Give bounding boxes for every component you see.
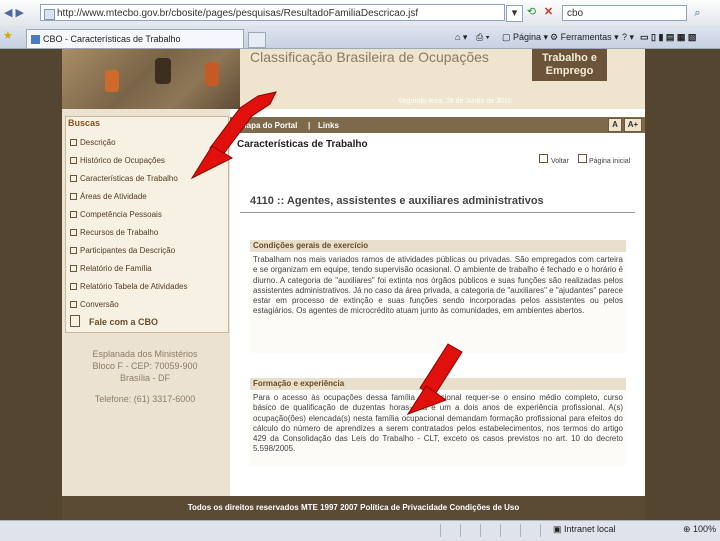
sidebar-item-label: Relatório Tabela de Atividades [80,282,188,291]
section-body: Para o acesso às ocupações dessa família… [250,392,626,466]
tools-menu[interactable]: ⚙ Ferramentas ▾ [550,32,619,43]
tools-menu-label: Ferramentas [560,32,612,42]
page-menu-label: Página [513,32,542,42]
sidebar-item-label: Conversão [80,300,119,309]
bullet-icon [70,247,77,255]
sidebar-item-relatorio-familia[interactable]: Relatório de Família [70,264,152,273]
sidebar-item-areas[interactable]: Áreas de Atividade [70,192,147,201]
sidebar-item-recursos[interactable]: Recursos de Trabalho [70,228,158,237]
current-date: Segunda-feira, 28 de Junho de 2010 [398,98,512,105]
home-command-icon[interactable]: ⌂ ▾ [455,32,467,43]
status-cell [440,524,449,537]
bullet-icon [70,265,77,273]
back-link[interactable]: Voltar [551,158,569,165]
bullet-icon [70,229,77,237]
search-value: cbo [567,8,584,19]
status-cell [480,524,489,537]
occupation-title: 4110 :: Agentes, assistentes e auxiliare… [250,195,544,207]
sidebar-item-label: Competência Pessoais [80,210,162,219]
photo-worker [205,62,219,86]
section-title: Condições gerais de exercício [250,240,626,252]
tab-favicon [31,35,40,44]
back-forward-icon[interactable]: ◀ ▶ [4,6,24,19]
section-title: Formação e experiência [250,378,626,390]
sidebar-item-descricao[interactable]: Descrição [70,138,116,147]
contact-link[interactable]: Fale com a CBO [89,317,158,327]
address-toolbar: ◀ ▶ http://www.mtecbo.gov.br/cbosite/pag… [0,0,720,27]
divider [240,212,635,213]
status-cell [540,524,549,537]
sidebar-item-label: Participantes da Descrição [80,246,176,255]
bullet-icon [70,301,77,309]
page-title: Características de Trabalho [237,139,368,150]
sidebar-item-caracteristicas[interactable]: Características de Trabalho [70,174,178,183]
home-page-link[interactable]: Página inicial [589,158,630,165]
sidebar-item-competencias[interactable]: Competência Pessoais [70,210,162,219]
page-icon [44,9,55,20]
address-bar[interactable]: http://www.mtecbo.gov.br/cbosite/pages/p… [40,4,505,21]
tab-cbo[interactable]: CBO - Características de Trabalho [26,29,244,48]
menu-title: Buscas [68,118,101,128]
sidebar-item-label: Relatório de Família [80,264,152,273]
address-dropdown-icon[interactable]: ▾ [506,5,523,22]
contact-icon [70,315,80,327]
sidebar-item-relatorio-tabela[interactable]: Relatório Tabela de Atividades [70,282,187,291]
zoom-value: 100% [693,524,717,534]
search-icon[interactable]: ⌕ [690,6,705,21]
phone-line: Telefone: (61) 3317-6000 [94,394,196,404]
nav-separator: | [308,121,311,130]
zoom-control[interactable]: ⊕ 100% [683,524,716,535]
tab-bar: ★ CBO - Características de Trabalho ⌂ ▾ … [0,26,720,49]
photo-worker [105,70,119,92]
address-line: Esplanada dos Ministérios [92,349,198,359]
print-icon[interactable]: ⎙ ▾ [476,32,489,43]
zone-label: Intranet local [564,524,616,534]
favorites-icon[interactable]: ★ [3,29,13,42]
bullet-icon [70,283,77,291]
address-line: Bloco F - CEP: 70059-900 [92,361,198,371]
stop-icon[interactable]: ✕ [541,5,556,20]
tab-title: CBO - Características de Trabalho [43,34,181,44]
status-cell [520,524,529,537]
address-line: Brasília - DF [119,373,170,383]
sidebar-item-label: Recursos de Trabalho [80,228,159,237]
sidebar-item-label: Áreas de Atividade [80,192,147,201]
bullet-icon [70,211,77,219]
sidebar-item-label: Características de Trabalho [80,174,178,183]
brand-line-1: Trabalho e [541,52,598,64]
photo-worker [155,58,171,84]
back-icon [539,154,548,163]
status-cell [460,524,469,537]
refresh-icon[interactable]: ⟲ [524,5,539,20]
section-body: Trabalham nos mais variados ramos de ati… [250,254,626,353]
bullet-icon [70,193,77,201]
help-icon[interactable]: ? ▾ [622,32,634,43]
ministry-logo[interactable]: Trabalho e Emprego [532,49,607,81]
bullet-icon [70,175,77,183]
sidebar-item-historico[interactable]: Histórico de Ocupações [70,156,165,165]
font-increase-button[interactable]: A+ [624,118,642,132]
sidebar-item-conversao[interactable]: Conversão [70,300,119,309]
search-input[interactable]: cbo [562,5,687,21]
security-zone: ▣ Intranet local [553,524,616,534]
sidebar-item-participantes[interactable]: Participantes da Descrição [70,246,175,255]
portal-map-link[interactable]: Mapa do Portal [240,121,297,130]
sidebar-item-label: Histórico de Ocupações [80,156,165,165]
bullet-icon [70,157,77,165]
site-footer: Todos os direitos reservados MTE 1997 20… [62,496,645,520]
address-text: http://www.mtecbo.gov.br/cbosite/pages/p… [57,8,419,19]
page-menu[interactable]: ▢ Página ▾ [502,32,548,43]
sidebar-item-label: Descrição [80,138,116,147]
font-decrease-button[interactable]: A [608,118,622,132]
status-cell [500,524,509,537]
links-link[interactable]: Links [318,121,339,130]
bullet-icon [70,139,77,147]
home-icon [578,154,587,163]
toolbar-extension-icons[interactable]: ▭ ▯ ▮ ▤ ▦ ▧ [640,32,696,43]
site-title: Classificação Brasileira de Ocupações [250,49,489,65]
new-tab-button[interactable] [248,32,266,48]
brand-line-2: Emprego [545,65,594,77]
